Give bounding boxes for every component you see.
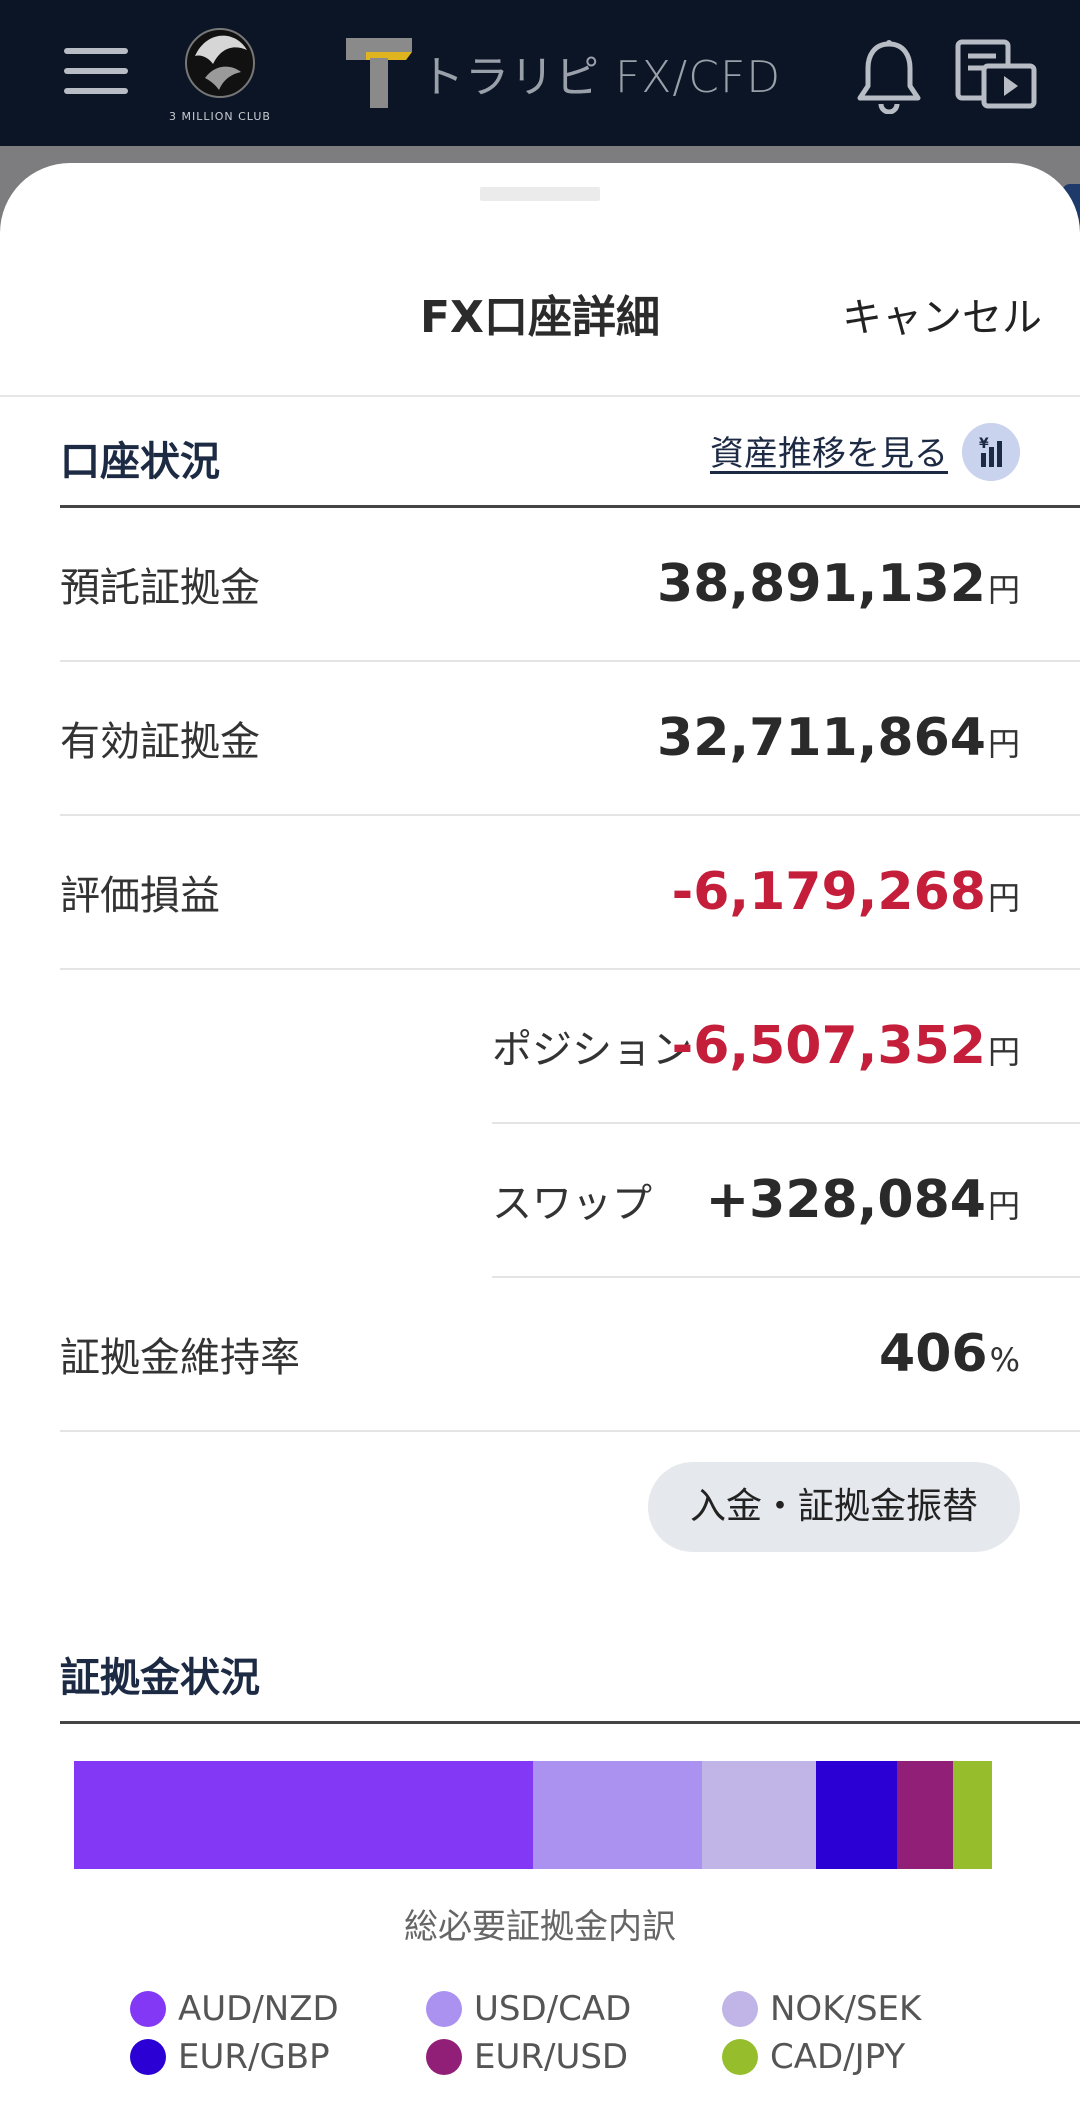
row-value: +328,084円 xyxy=(705,1170,1020,1230)
brand-t-icon xyxy=(346,38,412,108)
cancel-button[interactable]: キャンセル xyxy=(842,285,1042,343)
brand-logo: トラリピ FX/CFD xyxy=(346,38,781,108)
legend-swatch xyxy=(130,2039,166,2075)
row-value: 32,711,864円 xyxy=(657,708,1020,768)
margin-status-title: 証拠金状況 xyxy=(60,1655,260,1701)
margin-breakdown-caption: 総必要証拠金内訳 xyxy=(404,1907,676,1947)
menu-icon[interactable] xyxy=(64,46,128,98)
legend-label: EUR/GBP xyxy=(178,2037,330,2077)
top-nav-bar: 3 MILLION CLUB トラリピ FX/CFD xyxy=(0,0,1080,146)
club-logo: 3 MILLION CLUB xyxy=(160,20,280,130)
bar-segment-eur-gbp xyxy=(815,1761,898,1869)
deposit-transfer-button[interactable]: 入金・証拠金振替 xyxy=(648,1462,1020,1552)
bar-segment-nok-sek xyxy=(701,1761,816,1869)
bar-segment-eur-usd xyxy=(897,1761,953,1869)
header-divider xyxy=(0,395,1080,397)
legend-swatch xyxy=(426,1991,462,2027)
brand-name: トラリピ FX/CFD xyxy=(420,52,782,103)
legend-label: CAD/JPY xyxy=(770,2037,906,2077)
bell-icon[interactable] xyxy=(854,38,924,114)
legend-label: USD/CAD xyxy=(474,1989,632,2029)
legend-item: EUR/USD xyxy=(426,2037,628,2077)
row-label: 預託証拠金 xyxy=(60,565,260,611)
legend-label: NOK/SEK xyxy=(770,1989,922,2029)
legend-label: AUD/NZD xyxy=(178,1989,339,2029)
bar-segment-usd-cad xyxy=(533,1761,702,1869)
row-label: ポジション xyxy=(492,1027,692,1073)
row-label: 証拠金維持率 xyxy=(60,1335,300,1381)
row-label: スワップ xyxy=(492,1181,652,1227)
row-value: -6,507,352円 xyxy=(671,1016,1020,1076)
row-label: 評価損益 xyxy=(60,873,220,919)
sheet-grabber[interactable] xyxy=(480,187,600,201)
account-status-title: 口座状況 xyxy=(60,439,220,485)
row-unrealized-pl: 評価損益 -6,179,268円 xyxy=(60,816,1080,970)
row-effective-margin: 有効証拠金 32,711,864円 xyxy=(60,662,1080,816)
margin-status-rule xyxy=(60,1721,1080,1724)
row-deposit-margin: 預託証拠金 38,891,132円 xyxy=(60,508,1080,662)
video-icon[interactable] xyxy=(954,38,1038,110)
bar-segment-aud-nzd xyxy=(74,1761,533,1869)
legend-item: CAD/JPY xyxy=(722,2037,905,2077)
legend-swatch xyxy=(130,1991,166,2027)
legend-swatch xyxy=(722,1991,758,2027)
legend-swatch xyxy=(426,2039,462,2075)
row-value: -6,179,268円 xyxy=(671,862,1020,922)
asset-history-link[interactable]: 資産推移を見る xyxy=(710,426,948,475)
bar-segment-cad-jpy xyxy=(952,1761,992,1869)
legend-item: USD/CAD xyxy=(426,1989,631,2029)
account-detail-sheet: FX口座詳細 キャンセル 口座状況 資産推移を見る ¥ 預託証拠金 38,891… xyxy=(0,163,1080,2102)
row-value: 38,891,132円 xyxy=(657,554,1020,614)
legend-item: AUD/NZD xyxy=(130,1989,339,2029)
row-position-pl: ポジション -6,507,352円 xyxy=(492,970,1080,1124)
legend-item: EUR/GBP xyxy=(130,2037,330,2077)
margin-breakdown-bar xyxy=(74,1761,992,1869)
club-logo-text: 3 MILLION CLUB xyxy=(169,110,271,123)
row-value: 406% xyxy=(879,1324,1020,1384)
row-label: 有効証拠金 xyxy=(60,719,260,765)
row-margin-ratio: 証拠金維持率 406% xyxy=(60,1278,1080,1432)
legend-swatch xyxy=(722,2039,758,2075)
row-swap: スワップ +328,084円 xyxy=(492,1124,1080,1278)
legend-label: EUR/USD xyxy=(474,2037,629,2077)
legend-item: NOK/SEK xyxy=(722,1989,921,2029)
asset-chart-icon[interactable]: ¥ xyxy=(962,423,1020,481)
svg-text:¥: ¥ xyxy=(979,436,989,452)
